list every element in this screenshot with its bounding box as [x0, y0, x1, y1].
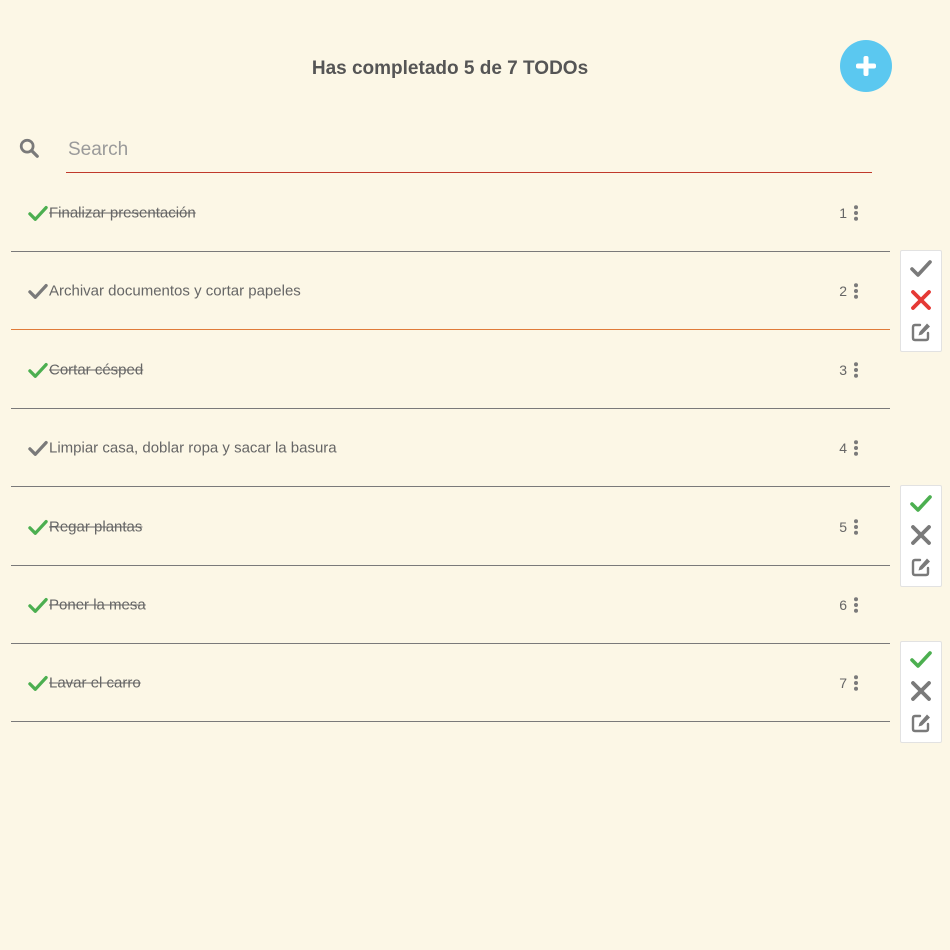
check-icon[interactable]: [27, 674, 49, 692]
todo-number: 2: [839, 282, 847, 299]
more-vertical-icon[interactable]: [852, 282, 860, 299]
todo-number: 5: [839, 518, 847, 535]
todo-action-panel: [900, 641, 942, 743]
search-input[interactable]: [66, 128, 872, 173]
delete-button[interactable]: [910, 289, 932, 311]
todo-number: 3: [839, 361, 847, 378]
edit-icon: [911, 558, 930, 577]
todo-number: 7: [839, 674, 847, 691]
todo-text: Cortar césped: [49, 361, 144, 378]
close-icon: [911, 290, 931, 310]
edit-button[interactable]: [910, 712, 932, 734]
check-icon[interactable]: [27, 596, 49, 614]
more-vertical-icon[interactable]: [852, 204, 860, 221]
plus-icon: [856, 56, 876, 76]
todo-text: Lavar el carro: [49, 674, 141, 691]
todo-row[interactable]: Cortar césped 3: [11, 331, 890, 409]
more-vertical-icon[interactable]: [852, 674, 860, 691]
complete-button[interactable]: [910, 257, 932, 279]
todo-text: Regar plantas: [49, 518, 143, 535]
check-icon[interactable]: [27, 204, 49, 222]
close-icon: [911, 525, 931, 545]
check-icon: [910, 651, 932, 668]
todo-text: Archivar documentos y cortar papeles: [49, 282, 301, 299]
todo-text: Poner la mesa: [49, 596, 146, 613]
todo-row[interactable]: Limpiar casa, doblar ropa y sacar la bas…: [11, 409, 890, 487]
check-icon[interactable]: [27, 361, 49, 379]
edit-button[interactable]: [910, 556, 932, 578]
more-vertical-icon[interactable]: [852, 596, 860, 613]
todo-number: 4: [839, 439, 847, 456]
check-icon[interactable]: [27, 282, 49, 300]
edit-button[interactable]: [910, 321, 932, 343]
todo-row[interactable]: Poner la mesa 6: [11, 566, 890, 644]
page-title: Has completado 5 de 7 TODOs: [311, 58, 589, 79]
todo-action-panel: [900, 485, 942, 587]
more-vertical-icon[interactable]: [852, 439, 860, 456]
more-vertical-icon[interactable]: [852, 361, 860, 378]
todo-row[interactable]: Regar plantas 5: [11, 488, 890, 566]
check-icon: [910, 260, 932, 277]
check-icon: [910, 495, 932, 512]
edit-icon: [911, 714, 930, 733]
search-icon: [19, 138, 39, 158]
check-icon[interactable]: [27, 518, 49, 536]
todo-row[interactable]: Archivar documentos y cortar papeles 2: [11, 252, 890, 330]
delete-button[interactable]: [910, 524, 932, 546]
complete-button[interactable]: [910, 492, 932, 514]
todo-text: Limpiar casa, doblar ropa y sacar la bas…: [49, 439, 337, 456]
close-icon: [911, 681, 931, 701]
todo-text: Finalizar presentación: [49, 204, 196, 221]
todo-number: 6: [839, 596, 847, 613]
add-todo-button[interactable]: [840, 40, 892, 92]
check-icon[interactable]: [27, 439, 49, 457]
complete-button[interactable]: [910, 648, 932, 670]
delete-button[interactable]: [910, 680, 932, 702]
todo-action-panel: [900, 250, 942, 352]
edit-icon: [911, 323, 930, 342]
todo-number: 1: [839, 204, 847, 221]
more-vertical-icon[interactable]: [852, 518, 860, 535]
todo-row[interactable]: Finalizar presentación 1: [11, 174, 890, 252]
todo-row[interactable]: Lavar el carro 7: [11, 644, 890, 722]
